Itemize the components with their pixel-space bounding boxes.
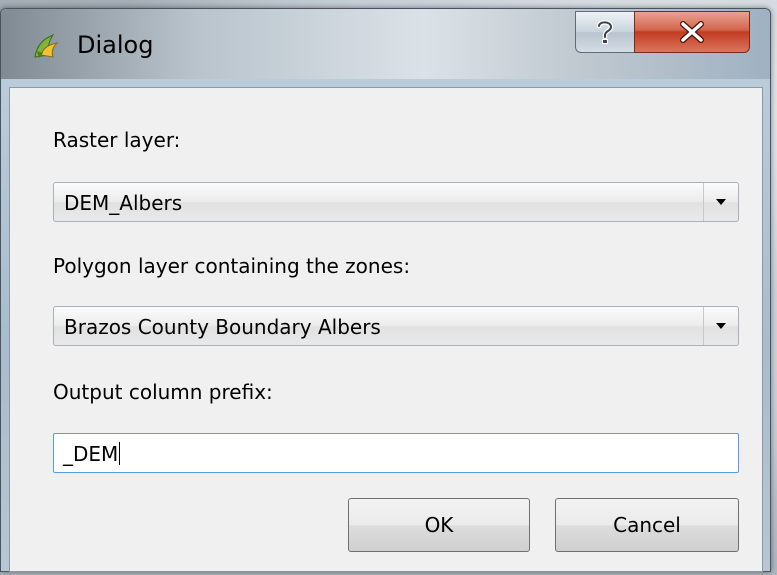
dropdown-arrow-icon[interactable] <box>703 183 738 221</box>
text-caret <box>119 442 121 465</box>
title-bar[interactable]: Dialog <box>1 9 770 79</box>
help-button[interactable] <box>575 11 635 53</box>
dialog-client-area: Raster layer: DEM_Albers Polygon layer c… <box>9 87 763 572</box>
polygon-layer-value: Brazos County Boundary Albers <box>64 315 381 339</box>
close-x-icon <box>678 21 706 43</box>
dialog-window: Dialog Raster layer: DEM_Albers Polygon … <box>0 8 771 572</box>
dropdown-arrow-icon[interactable] <box>703 307 738 345</box>
output-prefix-label: Output column prefix: <box>53 380 273 404</box>
raster-layer-combobox[interactable]: DEM_Albers <box>53 182 739 222</box>
output-prefix-value: _DEM <box>63 442 119 466</box>
polygon-layer-combobox[interactable]: Brazos County Boundary Albers <box>53 306 739 346</box>
cancel-button[interactable]: Cancel <box>555 498 739 552</box>
question-mark-icon <box>595 19 615 45</box>
ok-button[interactable]: OK <box>348 498 530 552</box>
output-prefix-input[interactable]: _DEM <box>53 433 739 473</box>
polygon-layer-label: Polygon layer containing the zones: <box>53 254 411 278</box>
window-title: Dialog <box>77 31 154 59</box>
qgis-icon <box>31 31 61 61</box>
raster-layer-label: Raster layer: <box>53 128 181 152</box>
close-button[interactable] <box>634 11 750 53</box>
raster-layer-value: DEM_Albers <box>64 191 183 215</box>
